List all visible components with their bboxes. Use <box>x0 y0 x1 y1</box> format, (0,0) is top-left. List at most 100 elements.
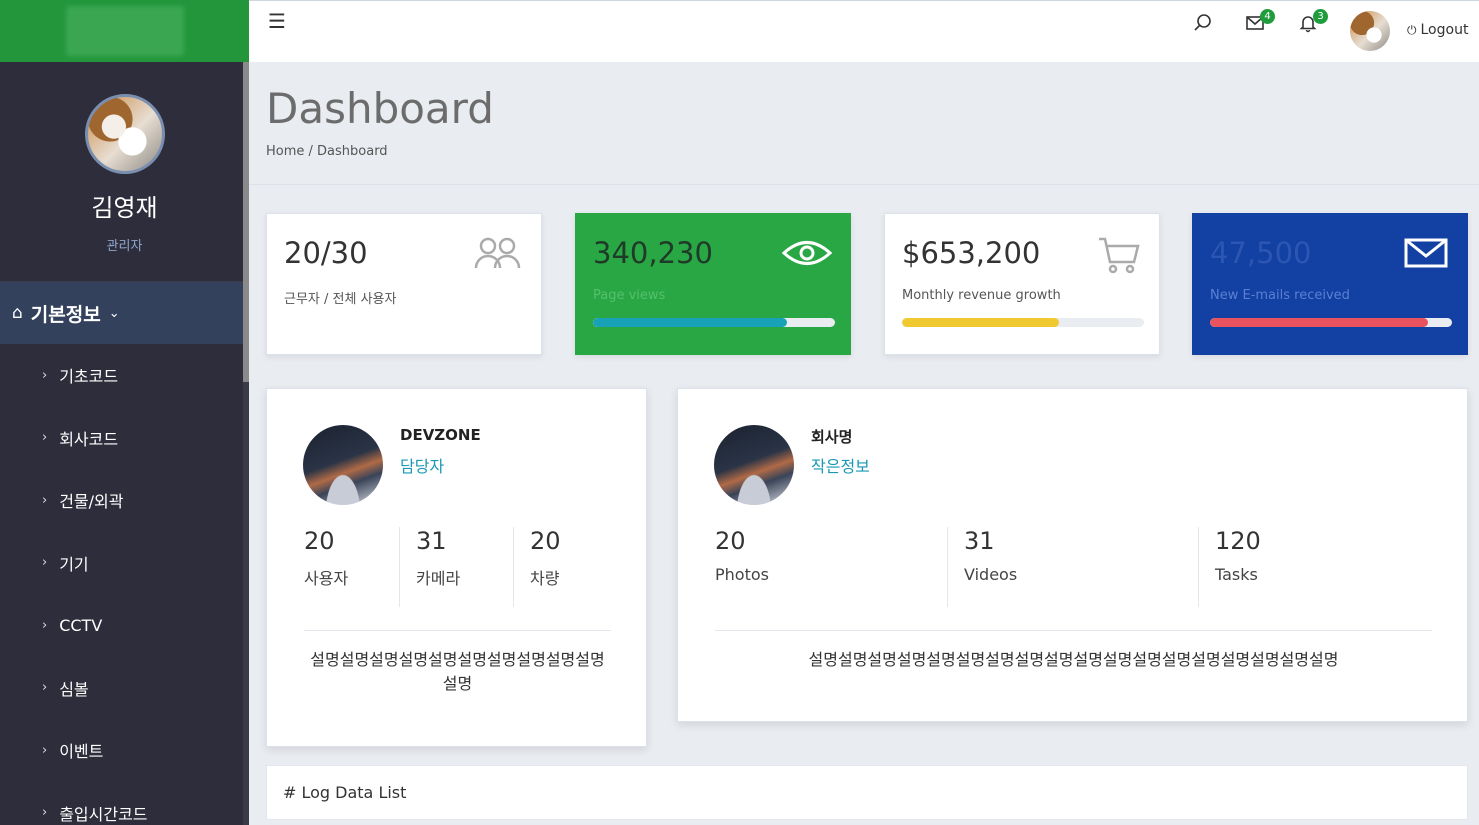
sidebar-item-company-code[interactable]: › 회사코드 <box>0 407 249 470</box>
sidebar-menu-basic-info[interactable]: ⌂ 기본정보 ⌄ <box>0 282 249 344</box>
profile-card-devzone: DEVZONE 담당자 20 사용자 31 카메라 20 차량 설명설명설명설명… <box>266 388 647 747</box>
stat-number: 20 <box>304 527 335 555</box>
logo[interactable] <box>65 6 184 56</box>
search-icon[interactable] <box>1193 13 1213 38</box>
sidebar-profile: 김영재 관리자 <box>0 62 249 282</box>
progress-fill <box>902 318 1060 327</box>
progress-fill <box>1210 318 1428 327</box>
mail-badge: 4 <box>1260 9 1275 24</box>
stat-label: New E-mails received <box>1210 288 1350 303</box>
sidebar-item-label: 심볼 <box>59 679 89 699</box>
power-icon: ⏻ <box>1407 23 1417 37</box>
logout-label: Logout <box>1420 22 1469 38</box>
envelope-icon <box>1403 236 1449 279</box>
progress-bar <box>1210 318 1452 327</box>
cart-icon <box>1097 236 1141 283</box>
sidebar-item-symbol[interactable]: › 심볼 <box>0 657 249 720</box>
profile-name: 김영재 <box>91 194 158 222</box>
card-stat: 120 Tasks <box>1198 527 1428 607</box>
stat-text: Tasks <box>1215 565 1258 584</box>
stat-number: 20 <box>530 527 561 555</box>
divider <box>304 630 611 631</box>
sidebar-item-label: 이벤트 <box>59 742 104 762</box>
menu-head-label: 기본정보 <box>30 303 101 326</box>
sidebar-item-basic-code[interactable]: › 기초코드 <box>0 344 249 407</box>
chevron-right-icon: › <box>42 555 48 571</box>
chevron-right-icon: › <box>42 492 48 508</box>
log-data-list: # Log Data List <box>266 765 1468 820</box>
sidebar-item-label: 기기 <box>59 554 89 574</box>
sidebar-item-device[interactable]: › 기기 <box>0 532 249 595</box>
chevron-right-icon: › <box>42 680 48 696</box>
stat-number: 20 <box>715 527 746 555</box>
card-description: 설명설명설명설명설명설명설명설명설명설명설명 <box>310 650 605 693</box>
company-avatar <box>714 425 794 505</box>
sidebar-item-label: 회사코드 <box>59 429 119 449</box>
menu-toggle-icon[interactable]: ☰ <box>268 9 286 33</box>
chevron-right-icon: › <box>42 617 48 633</box>
stat-text: Videos <box>964 565 1018 584</box>
page-header: Dashboard Home / Dashboard <box>249 62 1479 185</box>
progress-fill <box>593 318 787 327</box>
sidebar-item-label: 건물/외곽 <box>59 492 124 512</box>
chevron-down-icon: ⌄ <box>108 305 120 321</box>
card-name: 회사명 <box>811 428 853 446</box>
sidebar-item-cctv[interactable]: › CCTV <box>0 594 249 657</box>
sidebar-item-label: CCTV <box>59 615 103 635</box>
chevron-right-icon: › <box>42 367 48 383</box>
stat-label: Page views <box>593 288 666 303</box>
company-avatar <box>303 425 383 505</box>
stat-text: 사용자 <box>304 569 349 588</box>
profile-role: 관리자 <box>106 239 143 254</box>
topbar: ☰ 4 3 ⏻ Logout <box>249 0 1479 62</box>
card-description: 설명설명설명설명설명설명설명설명설명설명설명설명설명설명설명설명설명설명 <box>808 650 1339 669</box>
stat-card-page-views: 340,230 Page views <box>575 213 851 355</box>
card-name: DEVZONE <box>400 426 481 444</box>
chevron-right-icon: › <box>42 742 48 758</box>
card-stat: 20 사용자 <box>304 527 400 607</box>
breadcrumb[interactable]: Home / Dashboard <box>266 144 388 159</box>
progress-bar <box>902 318 1144 327</box>
sidebar-item-event[interactable]: › 이벤트 <box>0 719 249 782</box>
card-stat: 31 Videos <box>947 527 1199 607</box>
avatar[interactable] <box>1350 11 1390 51</box>
logo-bar <box>0 0 249 62</box>
card-stat: 20 차량 <box>513 527 613 607</box>
card-subtitle[interactable]: 담당자 <box>400 453 444 477</box>
notification-badge: 3 <box>1313 9 1328 24</box>
sidebar-item-access-time-code[interactable]: › 출입시간코드 <box>0 782 249 825</box>
stat-text: 차량 <box>530 569 560 588</box>
home-icon: ⌂ <box>12 303 23 323</box>
sidebar-item-label: 기초코드 <box>59 367 119 387</box>
stat-card-revenue: $653,200 Monthly revenue growth <box>884 213 1160 355</box>
progress-bar <box>593 318 835 327</box>
stat-text: Photos <box>715 565 769 584</box>
page-title: Dashboard <box>266 84 494 133</box>
card-subtitle[interactable]: 작은정보 <box>811 453 870 477</box>
stat-value: 20/30 <box>284 236 368 270</box>
eye-icon <box>781 236 833 279</box>
profile-card-company: 회사명 작은정보 20 Photos 31 Videos 120 Tasks 설… <box>677 388 1468 722</box>
stat-card-emails: 47,500 New E-mails received <box>1192 213 1468 355</box>
chevron-right-icon: › <box>42 805 48 821</box>
stat-label: Monthly revenue growth <box>902 288 1061 303</box>
stat-text: 카메라 <box>416 569 461 588</box>
card-stat: 20 Photos <box>715 527 948 607</box>
stat-number: 120 <box>1215 527 1261 555</box>
stat-number: 31 <box>964 527 995 555</box>
stat-card-workers: 20/30 근무자 / 전체 사용자 <box>266 213 542 355</box>
stat-value: 47,500 <box>1210 236 1312 270</box>
avatar[interactable] <box>84 94 165 174</box>
stat-value: $653,200 <box>902 236 1041 270</box>
log-title: # Log Data List <box>283 783 407 802</box>
users-icon <box>473 236 523 279</box>
stat-number: 31 <box>416 527 447 555</box>
card-stat: 31 카메라 <box>399 527 513 607</box>
logout-button[interactable]: ⏻ Logout <box>1407 22 1468 38</box>
sidebar: 김영재 관리자 ⌂ 기본정보 ⌄ › 기초코드 › 회사코드 › 건물/외곽 › 기기 … <box>0 0 249 825</box>
sidebar-item-label: 출입시간코드 <box>59 804 148 824</box>
mail-icon[interactable]: 4 <box>1245 9 1275 38</box>
stat-value: 340,230 <box>593 236 713 270</box>
bell-icon[interactable]: 3 <box>1298 9 1328 38</box>
sidebar-item-building[interactable]: › 건물/외곽 <box>0 469 249 532</box>
